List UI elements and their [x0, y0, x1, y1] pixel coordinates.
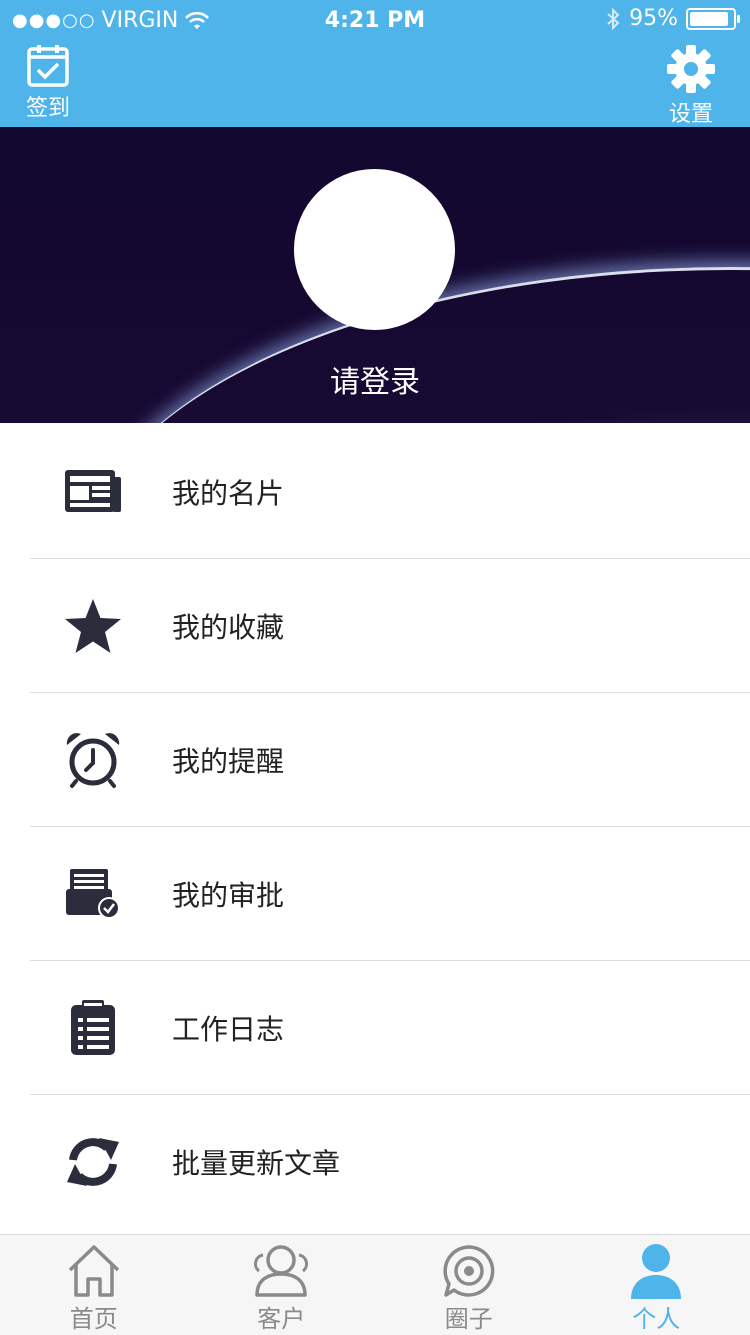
- tab-circle[interactable]: 圈子: [375, 1235, 563, 1335]
- nav-bar: 签到 设置: [0, 40, 750, 127]
- menu-item-label: 我的审批: [172, 874, 284, 914]
- clipboard-icon: [62, 997, 124, 1059]
- menu-item-work-log[interactable]: 工作日志: [0, 961, 750, 1095]
- checkin-button[interactable]: 签到: [26, 44, 70, 122]
- tab-label: 客户: [257, 1299, 305, 1334]
- star-icon: [62, 595, 124, 657]
- tab-bar: 首页 客户 圈子 个人: [0, 1234, 750, 1335]
- battery-icon: [686, 8, 736, 30]
- bluetooth-icon: [605, 7, 621, 31]
- gear-icon: [666, 44, 716, 94]
- tab-personal[interactable]: 个人: [563, 1235, 750, 1335]
- tab-label: 圈子: [445, 1299, 493, 1334]
- menu-item-label: 批量更新文章: [172, 1142, 340, 1182]
- business-card-icon: [62, 461, 124, 523]
- menu-item-label: 我的提醒: [172, 740, 284, 780]
- profile-header: 请登录: [0, 127, 750, 423]
- customers-icon: [249, 1243, 313, 1299]
- avatar[interactable]: [294, 169, 455, 330]
- status-bar: ●●●○○ VIRGIN 4:21 PM 95%: [0, 0, 750, 40]
- menu-item-label: 工作日志: [172, 1008, 284, 1048]
- refresh-icon: [62, 1131, 124, 1193]
- tab-home[interactable]: 首页: [0, 1235, 188, 1335]
- circle-icon: [440, 1243, 498, 1299]
- login-prompt[interactable]: 请登录: [0, 357, 750, 401]
- person-icon: [628, 1243, 684, 1299]
- menu-item-reminders[interactable]: 我的提醒: [0, 693, 750, 827]
- menu-item-business-card[interactable]: 我的名片: [0, 425, 750, 559]
- battery-percent: 95%: [629, 6, 678, 31]
- menu-item-approvals[interactable]: 我的审批: [0, 827, 750, 961]
- checkin-label: 签到: [26, 90, 70, 122]
- menu-item-label: 我的收藏: [172, 606, 284, 646]
- settings-button[interactable]: 设置: [666, 44, 716, 128]
- approval-icon: [62, 863, 124, 925]
- settings-label: 设置: [669, 96, 713, 128]
- tab-label: 首页: [70, 1299, 118, 1334]
- tab-label: 个人: [632, 1299, 680, 1334]
- menu-list: 我的名片 我的收藏 我的提醒: [0, 425, 750, 1229]
- alarm-clock-icon: [62, 729, 124, 791]
- calendar-check-icon: [26, 44, 70, 88]
- home-icon: [65, 1243, 123, 1299]
- menu-item-batch-update[interactable]: 批量更新文章: [0, 1095, 750, 1229]
- status-right: 95%: [605, 6, 736, 31]
- menu-item-favorites[interactable]: 我的收藏: [0, 559, 750, 693]
- tab-customers[interactable]: 客户: [188, 1235, 376, 1335]
- menu-item-label: 我的名片: [172, 472, 284, 512]
